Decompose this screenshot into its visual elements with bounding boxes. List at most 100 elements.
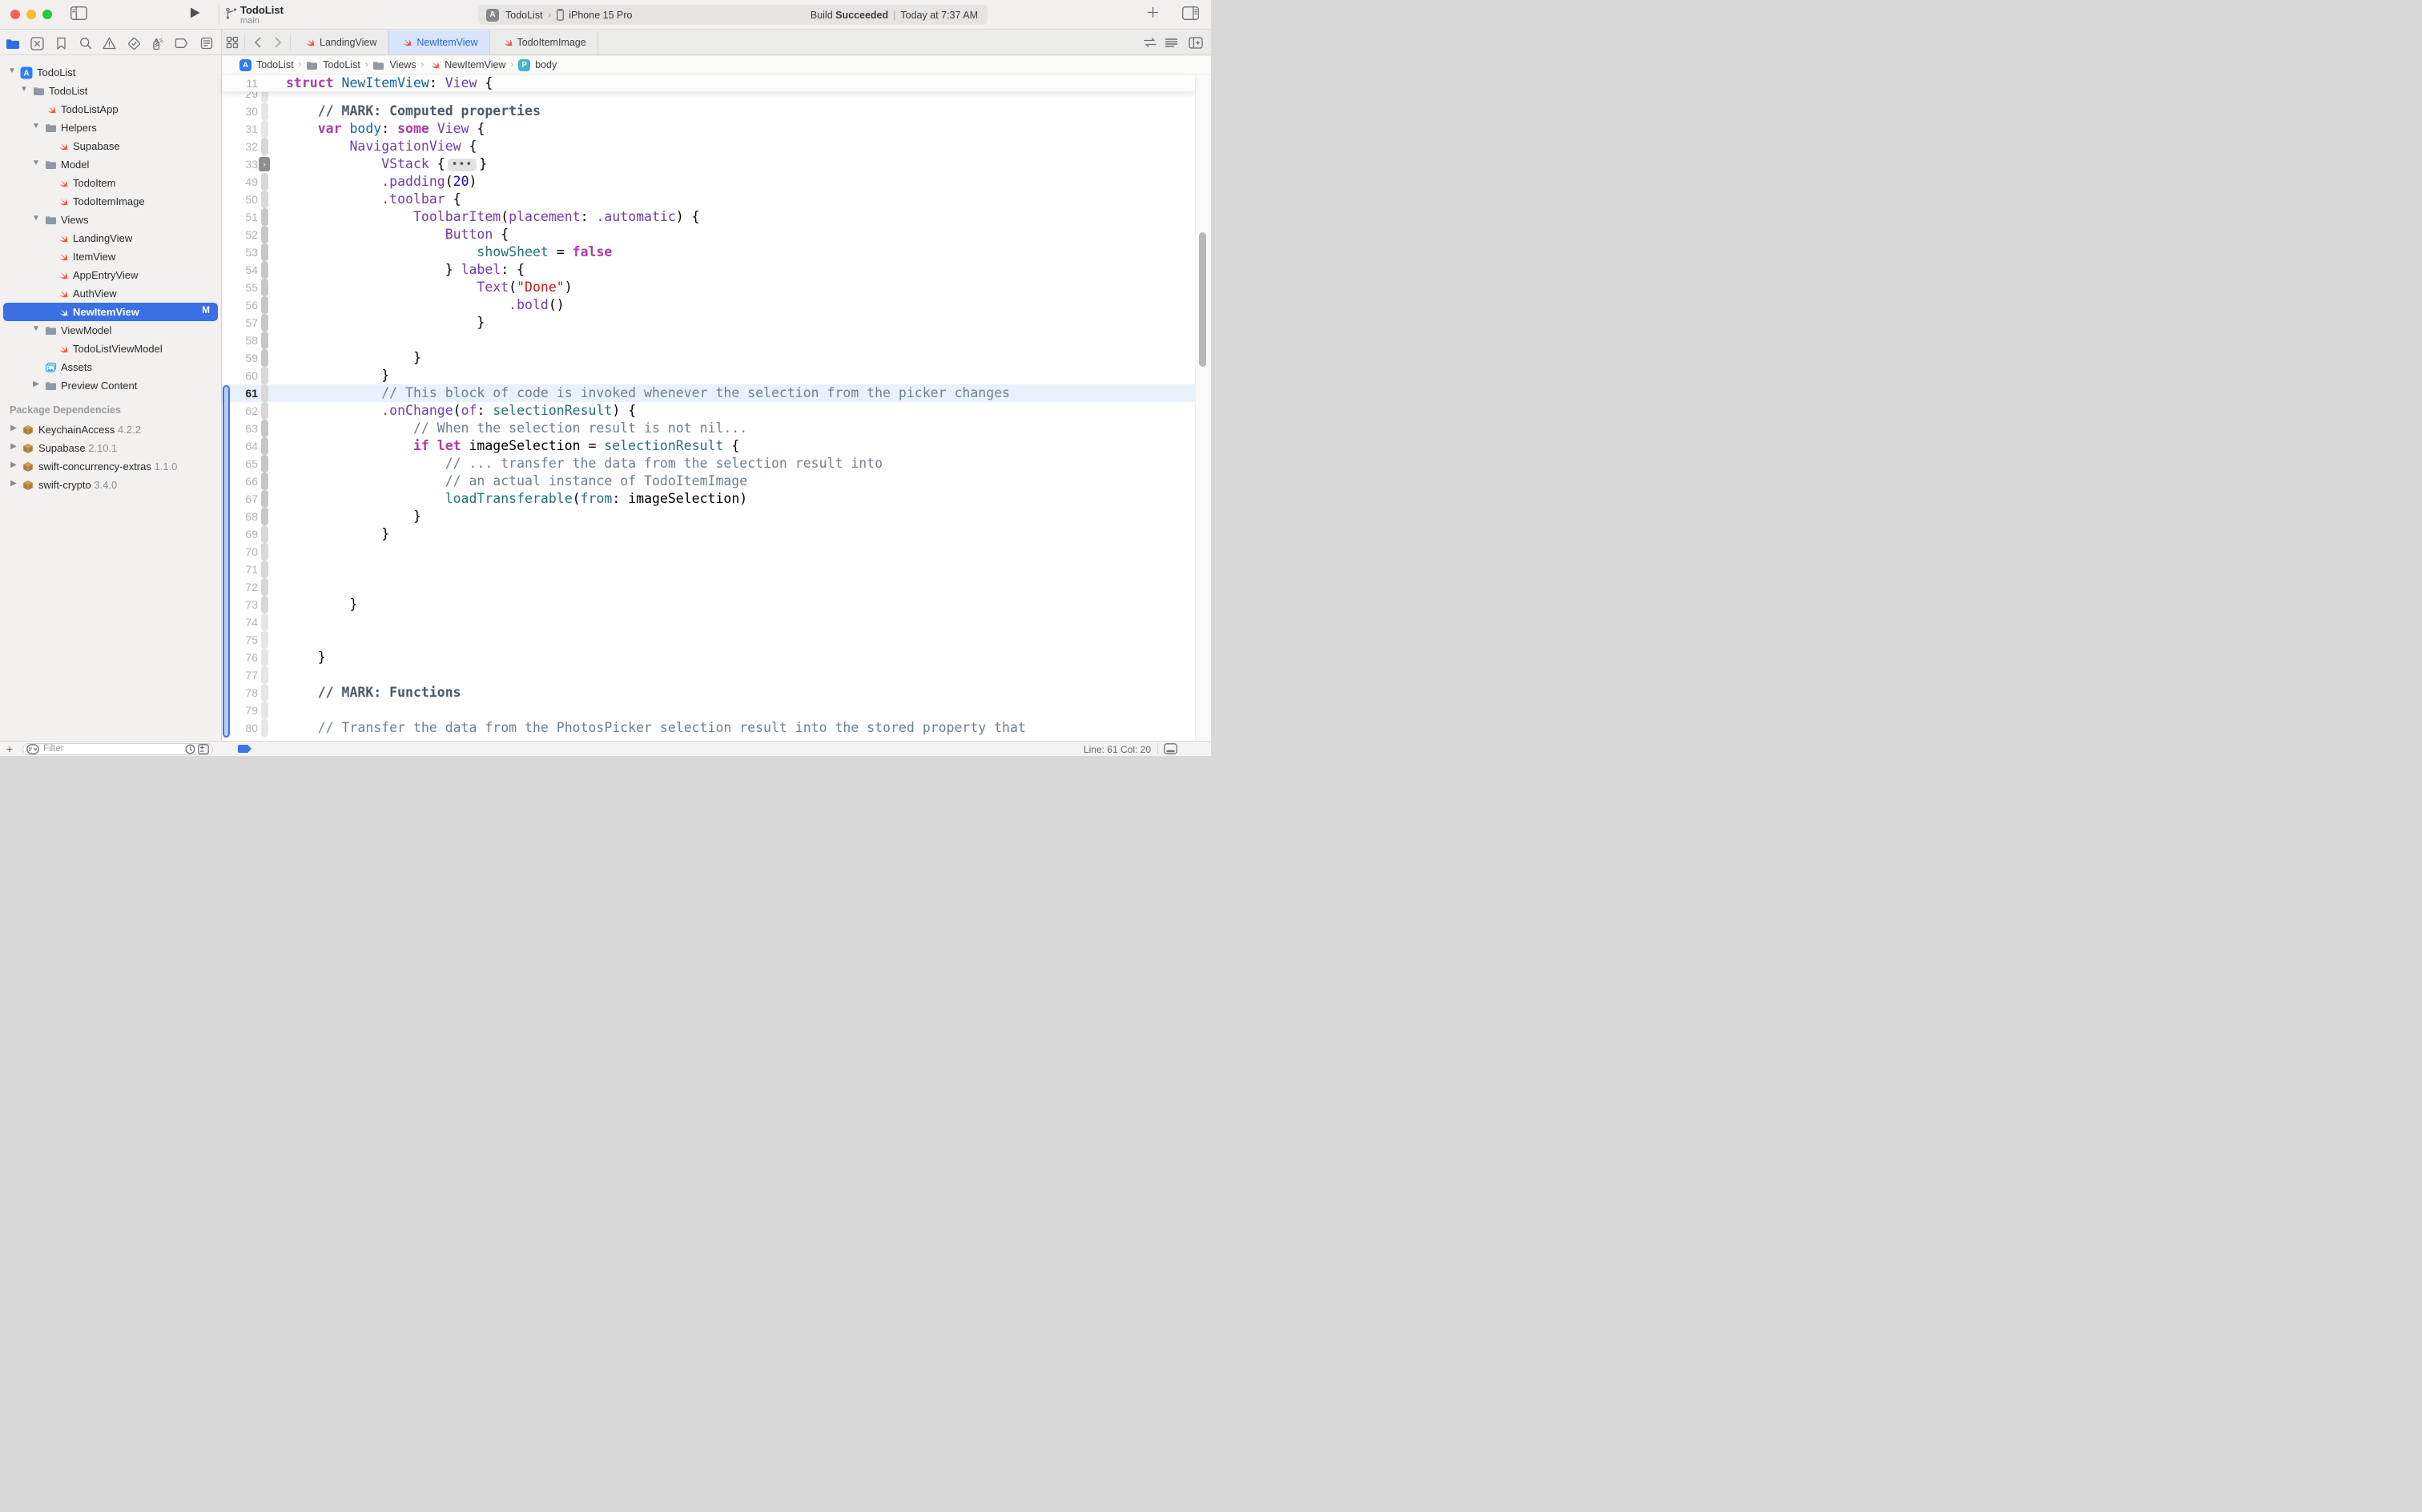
traffic-zoom-icon[interactable] <box>42 10 52 19</box>
scrollbar-thumb[interactable] <box>1199 232 1206 367</box>
code-line[interactable]: 51 ToolbarItem(placement: .automatic) { <box>222 208 1195 226</box>
line-number[interactable]: 51 <box>222 211 258 223</box>
fold-ribbon[interactable] <box>261 702 268 719</box>
code-line[interactable]: 78 // MARK: Functions <box>222 684 1195 702</box>
sidebar-item-LandingView[interactable]: LandingView <box>0 229 221 247</box>
fold-ribbon[interactable] <box>261 243 268 261</box>
sidebar-item-Supabase[interactable]: Supabase <box>0 137 221 155</box>
fold-ribbon[interactable] <box>261 191 268 208</box>
code-line-current[interactable]: 61 // This block of code is invoked when… <box>222 384 1195 402</box>
breakpoints-icon[interactable] <box>173 34 191 52</box>
code-line[interactable]: 32 NavigationView { <box>222 138 1195 155</box>
issues-icon[interactable] <box>101 34 119 52</box>
line-number[interactable]: 56 <box>222 299 258 312</box>
fold-ribbon[interactable] <box>261 261 268 279</box>
fold-ribbon[interactable] <box>261 279 268 296</box>
disclosure-right-icon[interactable]: ▶ <box>32 380 40 388</box>
line-number[interactable]: 54 <box>222 263 258 276</box>
disclosure-right-icon[interactable]: ▶ <box>10 424 18 432</box>
code-line[interactable]: 55 Text("Done") <box>222 279 1195 296</box>
code-line[interactable]: 64 if let imageSelection = selectionResu… <box>222 437 1195 455</box>
fold-ribbon[interactable] <box>261 455 268 472</box>
source-control-icon[interactable] <box>28 34 46 52</box>
fold-ribbon[interactable] <box>261 402 268 420</box>
disclosure-down-icon[interactable]: ▼ <box>8 66 16 75</box>
disclosure-down-icon[interactable]: ▼ <box>32 122 40 131</box>
line-number[interactable]: 32 <box>222 140 258 153</box>
code-line[interactable]: 72 <box>222 578 1195 596</box>
code-line[interactable]: 68 } <box>222 508 1195 525</box>
code-line[interactable]: 58 <box>222 332 1195 349</box>
fold-ribbon[interactable] <box>261 719 268 737</box>
code-line[interactable]: 71 <box>222 561 1195 578</box>
sidebar-item-NewItemView[interactable]: NewItemViewM <box>0 303 221 321</box>
code-line[interactable]: 77 <box>222 666 1195 684</box>
code-line[interactable]: 73 } <box>222 596 1195 613</box>
code-line[interactable]: 50 .toolbar { <box>222 191 1195 208</box>
fold-ribbon[interactable] <box>261 420 268 437</box>
code-line[interactable]: 56 .bold() <box>222 296 1195 314</box>
code-line[interactable]: 30 // MARK: Computed properties <box>222 103 1195 120</box>
code-line[interactable]: 33› VStack {•••} <box>222 155 1195 173</box>
toggle-left-panel-icon[interactable] <box>70 6 87 20</box>
sidebar-item-Views[interactable]: ▼Views <box>0 211 221 229</box>
code-line[interactable]: 52 Button { <box>222 226 1195 243</box>
sidebar-item-TodoListViewModel[interactable]: TodoListViewModel <box>0 340 221 358</box>
disclosure-down-icon[interactable]: ▼ <box>20 85 28 94</box>
line-number[interactable]: 49 <box>222 175 258 188</box>
code-editor[interactable]: 2930 // MARK: Computed properties31 var … <box>222 0 1195 741</box>
code-line[interactable]: 79 <box>222 702 1195 719</box>
sidebar-item-Assets[interactable]: Assets <box>0 358 221 376</box>
disclosure-down-icon[interactable]: ▼ <box>32 324 40 333</box>
code-fold-chip[interactable]: ••• <box>448 159 477 171</box>
line-number[interactable]: 53 <box>222 246 258 259</box>
code-line[interactable]: 53 showSheet = false <box>222 243 1195 261</box>
sidebar-item-TodoItem[interactable]: TodoItem <box>0 174 221 192</box>
code-line[interactable]: 65 // ... transfer the data from the sel… <box>222 455 1195 472</box>
line-number[interactable]: 50 <box>222 193 258 206</box>
sidebar-item-Model[interactable]: ▼Model <box>0 155 221 174</box>
code-line[interactable]: 59 } <box>222 349 1195 367</box>
run-button[interactable] <box>189 6 201 19</box>
code-line[interactable]: 54 } label: { <box>222 261 1195 279</box>
traffic-close-icon[interactable] <box>10 10 20 19</box>
fold-ribbon[interactable] <box>261 613 268 631</box>
fold-ribbon[interactable] <box>261 508 268 525</box>
filter-field[interactable]: Filter <box>22 743 213 755</box>
line-col-indicator[interactable]: Line: 61 Col: 20 <box>945 744 1151 755</box>
fold-ribbon[interactable] <box>261 631 268 649</box>
fold-ribbon[interactable] <box>261 437 268 455</box>
fold-ribbon[interactable] <box>261 208 268 226</box>
line-number[interactable]: 33 <box>222 158 258 171</box>
package-item-swift-crypto[interactable]: ▶swift-crypto 3.4.0 <box>0 476 221 494</box>
fold-ribbon[interactable] <box>261 226 268 243</box>
line-number[interactable]: 30 <box>222 105 258 118</box>
code-line[interactable]: 57 } <box>222 314 1195 332</box>
disclosure-right-icon[interactable]: ▶ <box>10 442 18 451</box>
fold-ribbon[interactable] <box>261 103 268 120</box>
fold-ribbon[interactable] <box>261 384 268 402</box>
code-line[interactable]: 70 <box>222 543 1195 561</box>
code-line[interactable]: 76 } <box>222 649 1195 666</box>
source-change-bar[interactable] <box>223 385 230 738</box>
fold-ribbon[interactable] <box>261 561 268 578</box>
toggle-bottom-panel-icon[interactable] <box>1164 743 1177 754</box>
package-item-Supabase[interactable]: ▶Supabase 2.10.1 <box>0 439 221 457</box>
fold-marker-icon[interactable]: › <box>259 157 270 171</box>
flag-filter-icon[interactable] <box>198 744 209 754</box>
add-file-button[interactable]: + <box>6 742 13 755</box>
package-item-KeychainAccess[interactable]: ▶KeychainAccess 4.2.2 <box>0 420 221 439</box>
fold-ribbon[interactable] <box>261 578 268 596</box>
fold-ribbon[interactable] <box>261 296 268 314</box>
bookmarks-icon[interactable] <box>52 34 70 52</box>
sidebar-item-ViewModel[interactable]: ▼ViewModel <box>0 321 221 340</box>
disclosure-down-icon[interactable]: ▼ <box>32 214 40 223</box>
line-number[interactable]: 31 <box>222 123 258 135</box>
line-number[interactable]: 58 <box>222 334 258 347</box>
fold-ribbon[interactable] <box>261 649 268 666</box>
fold-ribbon[interactable] <box>261 332 268 349</box>
sidebar-item-TodoList[interactable]: ▼TodoList <box>0 82 221 100</box>
fold-ribbon[interactable] <box>261 120 268 138</box>
package-item-swift-concurrency-extras[interactable]: ▶swift-concurrency-extras 1.1.0 <box>0 457 221 476</box>
disclosure-right-icon[interactable]: ▶ <box>10 479 18 488</box>
